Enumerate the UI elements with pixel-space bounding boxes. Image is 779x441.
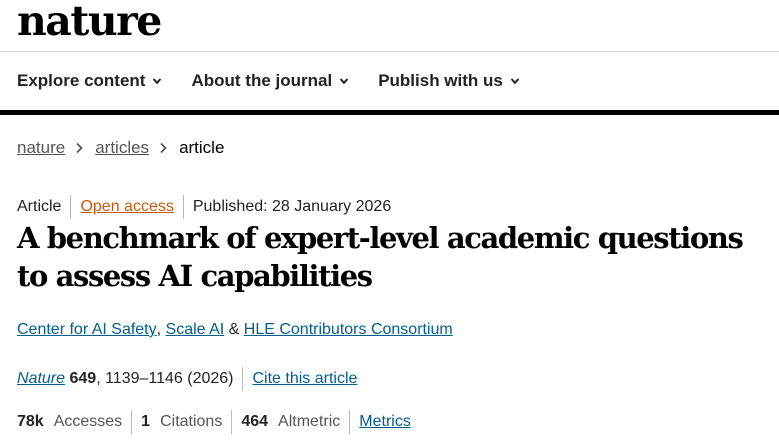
pages-year: , 1139–1146 (2026) [96, 370, 234, 387]
published-date: Published: 28 January 2026 [192, 198, 392, 215]
chevron-right-icon [76, 142, 83, 154]
citations-count: 1 [141, 413, 151, 430]
header-divider [0, 51, 779, 52]
article-meta: Article Open access Published: 28 Januar… [17, 195, 391, 219]
author-link-center-for-ai-safety[interactable]: Center for AI Safety [17, 321, 157, 339]
article-type: Article [17, 198, 62, 215]
author-link-scale-ai[interactable]: Scale AI [166, 321, 225, 339]
breadcrumb-articles[interactable]: articles [95, 138, 149, 158]
nav-about-the-journal-label: About the journal [191, 71, 333, 90]
metrics-link[interactable]: Metrics [359, 413, 411, 431]
chevron-down-icon [153, 78, 162, 85]
author-separator: , [156, 321, 166, 338]
author-list: Center for AI Safety, Scale AI & HLE Con… [17, 319, 453, 341]
altmetric-score: 464 [241, 413, 269, 430]
citation-line: Nature 649, 1139–1146 (2026) Cite this a… [17, 367, 357, 391]
breadcrumb-nature[interactable]: nature [17, 138, 65, 158]
chevron-down-icon [339, 78, 349, 85]
metrics-bar: 78k Accesses 1 Citations 464 Altmetric M… [17, 410, 411, 434]
citation-divider [242, 367, 244, 391]
volume-number: 649 [69, 370, 97, 387]
metrics-divider [349, 410, 351, 434]
metrics-divider [131, 410, 133, 434]
chevron-right-icon [160, 142, 167, 154]
nav-about-the-journal[interactable]: About the journal [191, 71, 349, 91]
altmetric-label: Altmetric [278, 413, 341, 430]
nav-publish-with-us[interactable]: Publish with us [378, 71, 520, 91]
nav-explore-content[interactable]: Explore content [17, 71, 162, 91]
nav-bottom-rule [0, 110, 779, 115]
metrics-divider [231, 410, 233, 434]
meta-divider [182, 195, 184, 219]
chevron-down-icon [510, 78, 520, 85]
citations-label: Citations [160, 413, 223, 430]
breadcrumb-article: article [179, 138, 225, 157]
nav-publish-with-us-label: Publish with us [378, 71, 503, 90]
site-logo[interactable]: nature [17, 0, 162, 42]
open-access-link[interactable]: Open access [80, 198, 173, 216]
nav-explore-content-label: Explore content [17, 71, 146, 90]
journal-link[interactable]: Nature [17, 370, 65, 388]
accesses-count: 78k [17, 413, 44, 430]
meta-divider [70, 195, 72, 219]
cite-this-article-link[interactable]: Cite this article [252, 370, 357, 388]
breadcrumb: nature articles article [17, 137, 224, 159]
accesses-label: Accesses [53, 413, 123, 430]
author-link-hle-consortium[interactable]: HLE Contributors Consortium [244, 321, 453, 339]
main-nav: Explore content About the journal Publis… [17, 68, 549, 94]
article-title: A benchmark of expert-level academic que… [17, 221, 744, 293]
author-separator: & [224, 321, 244, 338]
